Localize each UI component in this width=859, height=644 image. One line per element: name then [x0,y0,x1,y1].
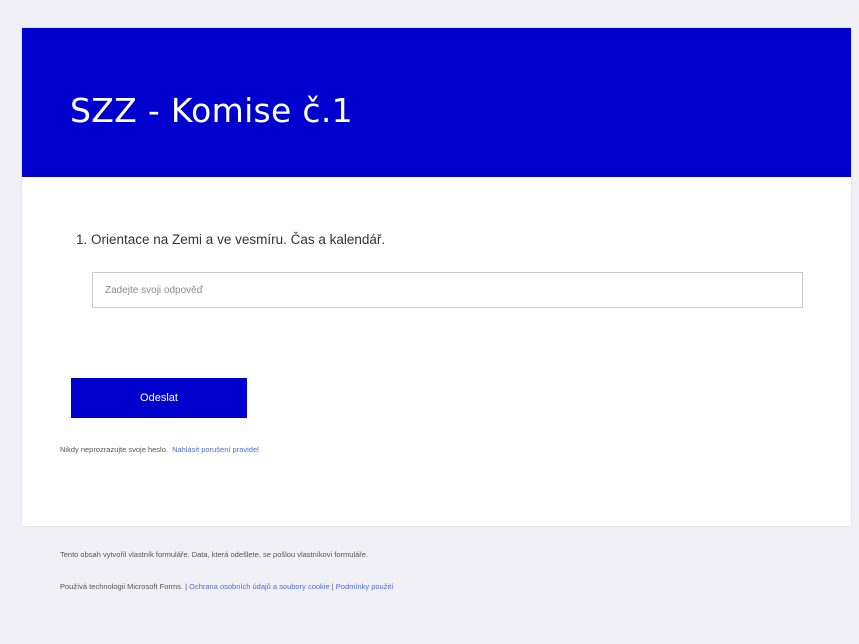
form-card: SZZ - Komise č.1 1. Orientace na Zemi a … [22,28,851,526]
page: SZZ - Komise č.1 1. Orientace na Zemi a … [0,0,859,644]
question-label: 1. Orientace na Zemi a ve vesmíru. Čas a… [76,232,386,247]
privacy-link[interactable]: Ochrana osobních údajů a soubory cookie [189,582,330,591]
answer-input[interactable] [92,272,803,308]
report-abuse-link[interactable]: Nahlásit porušení pravidel [172,445,259,454]
submit-button[interactable]: Odeslat [71,378,247,418]
password-warning: Nikdy neprozrazujte svoje heslo. Nahlási… [60,445,259,454]
footer: Tento obsah vytvořil vlastník formuláře.… [22,526,851,644]
powered-by-text: Používá technologii Microsoft Forms. [60,582,183,591]
footer-links: Používá technologii Microsoft Forms. | O… [60,582,393,591]
password-warning-text: Nikdy neprozrazujte svoje heslo. [60,445,168,454]
form-title: SZZ - Komise č.1 [70,91,353,130]
terms-link[interactable]: Podmínky použití [336,582,394,591]
footer-disclaimer: Tento obsah vytvořil vlastník formuláře.… [60,550,369,559]
footer-separator: | [185,582,188,591]
form-header: SZZ - Komise č.1 [22,28,851,177]
footer-separator: | [331,582,334,591]
